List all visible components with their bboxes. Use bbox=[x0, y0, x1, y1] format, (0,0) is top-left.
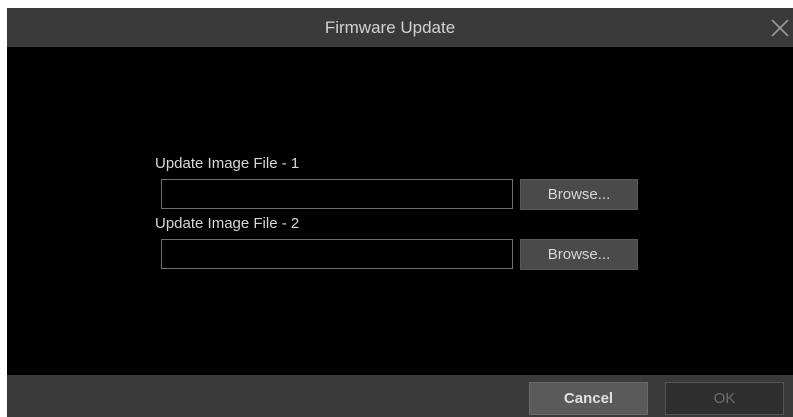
close-icon bbox=[771, 19, 789, 37]
ok-button[interactable]: OK bbox=[665, 382, 784, 415]
dialog-title: Firmware Update bbox=[324, 18, 456, 37]
dialog-titlebar: Firmware Update bbox=[7, 8, 793, 47]
cancel-button[interactable]: Cancel bbox=[529, 382, 648, 415]
close-button[interactable] bbox=[769, 17, 791, 39]
update-image-file-1-input[interactable] bbox=[161, 179, 513, 209]
update-image-file-2-label: Update Image File - 2 bbox=[155, 215, 300, 232]
update-image-file-2-input[interactable] bbox=[161, 239, 513, 269]
browse-button-2[interactable]: Browse... bbox=[520, 239, 638, 270]
update-image-file-1-label: Update Image File - 1 bbox=[155, 155, 300, 172]
dialog-footer: Cancel OK bbox=[7, 375, 793, 417]
firmware-update-dialog: Firmware Update Update Image File - 1 Br… bbox=[7, 8, 793, 417]
browse-button-1[interactable]: Browse... bbox=[520, 179, 638, 210]
